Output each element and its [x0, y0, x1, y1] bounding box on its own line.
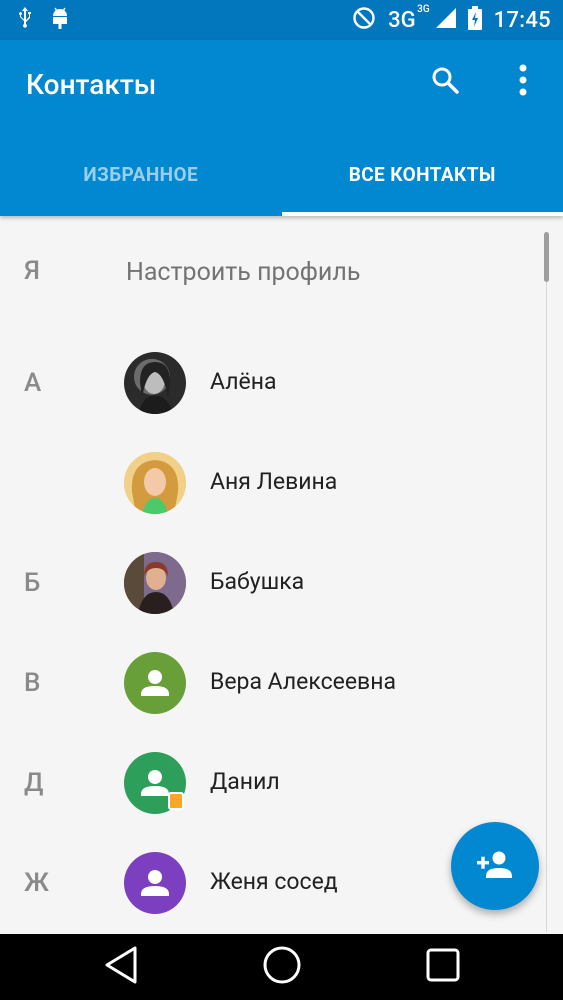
system-nav-bar [0, 934, 563, 1000]
home-button[interactable] [252, 937, 312, 997]
setup-profile-label: Настроить профиль [126, 258, 361, 287]
more-vert-icon [519, 64, 527, 100]
status-time: 17:45 [493, 7, 551, 33]
recents-button[interactable] [413, 937, 473, 997]
section-letter: Я [24, 256, 40, 286]
tabs: ИЗБРАННОЕ ВСЕ КОНТАКТЫ [0, 132, 563, 216]
sim-badge-icon [168, 792, 184, 810]
person-icon [124, 870, 186, 914]
section-letter: А [24, 368, 42, 398]
network-label: 3G 3G [388, 4, 430, 33]
list-item[interactable]: Б Бабушка [0, 534, 563, 634]
contact-name: Бабушка [210, 568, 305, 595]
tab-favorites[interactable]: ИЗБРАННОЕ [0, 132, 282, 216]
person-icon [124, 670, 186, 714]
contact-name: Женя сосед [210, 868, 338, 895]
section-letter: Д [24, 768, 44, 798]
android-debug-icon [50, 7, 70, 33]
section-letter: Б [24, 568, 41, 598]
avatar [124, 852, 186, 914]
home-icon [262, 945, 302, 989]
contact-name: Данил [210, 768, 280, 795]
scroll-track [546, 232, 547, 932]
list-item[interactable]: Д Данил [0, 734, 563, 834]
status-bar: 3G 3G 17:45 [0, 0, 563, 40]
status-left [18, 7, 70, 33]
setup-profile-row[interactable]: Я Настроить профиль [0, 216, 563, 332]
signal-icon [435, 8, 456, 32]
network-type: 3G [388, 7, 416, 33]
avatar [124, 352, 186, 414]
contact-name: Алёна [210, 368, 277, 395]
usb-icon [18, 7, 32, 33]
tab-favorites-label: ИЗБРАННОЕ [83, 162, 199, 186]
recents-icon [425, 947, 461, 987]
network-sup: 3G [417, 3, 430, 15]
list-item[interactable]: Аня Левина [0, 434, 563, 534]
contact-name: Аня Левина [210, 468, 338, 495]
battery-charging-icon [467, 6, 482, 34]
search-button[interactable] [425, 62, 465, 102]
back-button[interactable] [91, 937, 151, 997]
do-not-disturb-icon [352, 6, 376, 34]
app-title: Контакты [26, 68, 157, 101]
avatar [124, 552, 186, 614]
back-icon [103, 945, 139, 989]
contact-name: Вера Алексеевна [210, 668, 396, 695]
section-letter: Ж [24, 868, 49, 898]
list-item[interactable]: А Алёна [0, 334, 563, 434]
scrollbar-thumb[interactable] [544, 232, 549, 282]
add-contact-button[interactable] [451, 822, 539, 910]
section-letter: В [24, 668, 41, 698]
app-actions [425, 62, 543, 102]
avatar [124, 652, 186, 714]
add-person-icon [475, 849, 515, 883]
tab-all-contacts-label: ВСЕ КОНТАКТЫ [348, 162, 496, 186]
avatar [124, 452, 186, 514]
more-options-button[interactable] [503, 62, 543, 102]
tab-all-contacts[interactable]: ВСЕ КОНТАКТЫ [281, 132, 563, 216]
list-item[interactable]: В Вера Алексеевна [0, 634, 563, 734]
search-icon [430, 65, 460, 99]
status-right: 3G 3G 17:45 [352, 4, 551, 34]
app-bar: Контакты ИЗБРАННОЕ ВСЕ КОНТАКТЫ [0, 40, 563, 216]
